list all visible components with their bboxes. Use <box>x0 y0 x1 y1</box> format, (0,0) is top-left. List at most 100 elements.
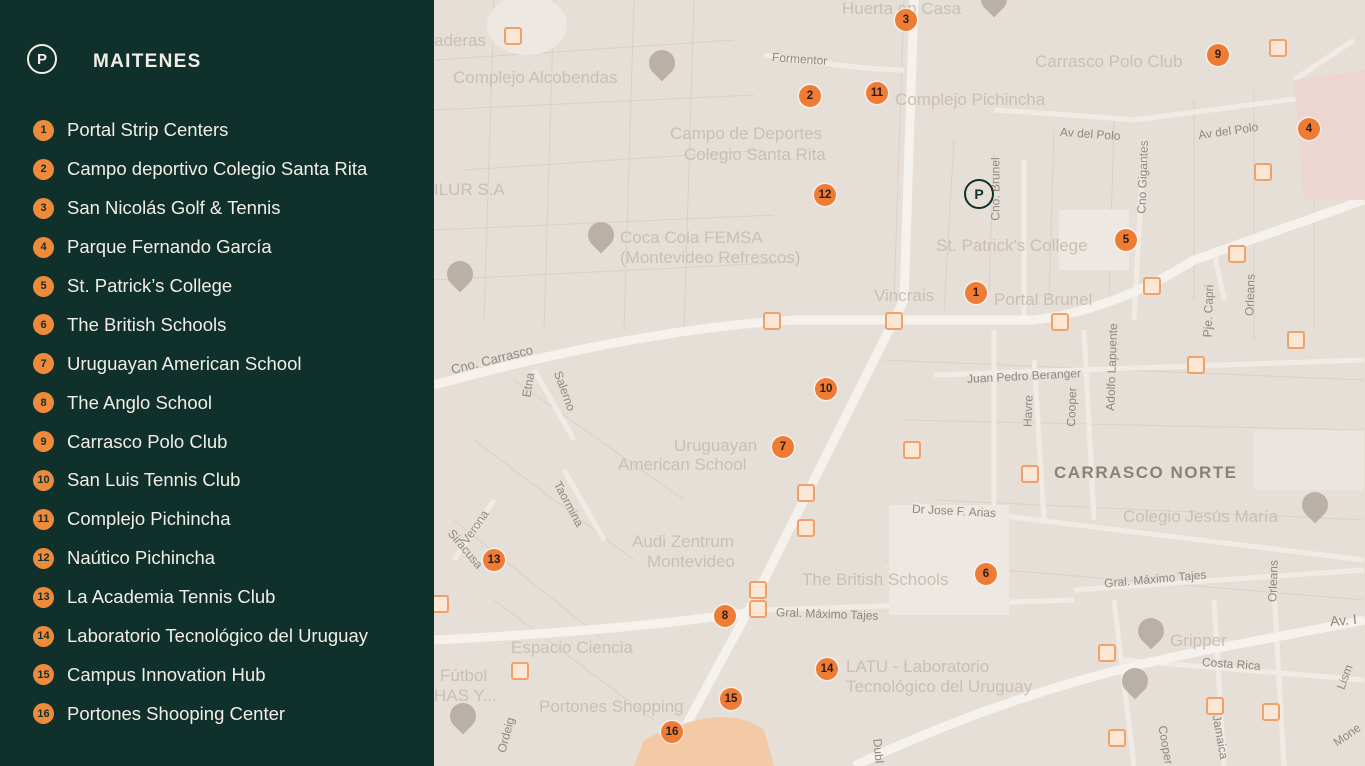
location-number-badge: 3 <box>33 197 54 219</box>
map-marker-4[interactable]: 4 <box>1298 118 1320 140</box>
bus-stop-icon[interactable] <box>1254 163 1272 181</box>
bus-stop-icon[interactable] <box>1108 729 1126 747</box>
map-marker-6[interactable]: 6 <box>975 563 997 585</box>
location-number-badge: 6 <box>33 314 54 336</box>
location-number-badge: 15 <box>33 664 54 686</box>
street-orleans-2: Orleans <box>1265 559 1281 603</box>
bus-stop-icon[interactable] <box>1287 331 1305 349</box>
location-number-badge: 9 <box>33 431 54 453</box>
location-item[interactable]: 13 La Academia Tennis Club <box>33 578 368 617</box>
place-label-campo1: Campo de Deportes <box>670 124 823 143</box>
bus-stop-icon[interactable] <box>434 595 449 613</box>
bus-stop-icon[interactable] <box>763 312 781 330</box>
project-location-icon[interactable]: P <box>964 179 994 209</box>
location-number-badge: 4 <box>33 236 54 258</box>
bus-stop-icon[interactable] <box>1098 644 1116 662</box>
bus-stop-icon[interactable] <box>797 519 815 537</box>
bus-stop-icon[interactable] <box>1187 356 1205 374</box>
map[interactable]: Huerta en Casa aderas Complejo Alcobenda… <box>434 0 1365 766</box>
map-marker-9[interactable]: 9 <box>1207 44 1229 66</box>
map-marker-3[interactable]: 3 <box>895 9 917 31</box>
place-label-portal: Portal Brunel <box>994 290 1093 309</box>
location-item[interactable]: 2 Campo deportivo Colegio Santa Rita <box>33 150 368 189</box>
street-orleans: Orleans <box>1242 273 1258 317</box>
street-capri: Pje. Capri <box>1200 284 1217 338</box>
map-marker-2[interactable]: 2 <box>799 85 821 107</box>
location-number-badge: 16 <box>33 703 54 725</box>
map-marker-16[interactable]: 16 <box>661 721 683 743</box>
bus-stop-icon[interactable] <box>1228 245 1246 263</box>
place-label-stpatrick: St. Patrick's College <box>936 236 1088 255</box>
street-av: Av. I <box>1329 610 1358 630</box>
location-label: Laboratorio Tecnológico del Uruguay <box>67 625 368 647</box>
bus-stop-icon[interactable] <box>1262 703 1280 721</box>
place-label-coca1: Coca Cola FEMSA <box>620 228 763 247</box>
place-label-audi2: Montevideo <box>647 552 735 571</box>
place-label-maderas: aderas <box>434 31 486 50</box>
maitenes-logo-icon: P <box>27 44 57 74</box>
map-marker-7[interactable]: 7 <box>772 436 794 458</box>
location-item[interactable]: 4 Parque Fernando García <box>33 228 368 267</box>
place-label-uas1: Uruguayan <box>674 436 758 455</box>
bus-stop-icon[interactable] <box>1206 697 1224 715</box>
bus-stop-icon[interactable] <box>749 581 767 599</box>
map-marker-5[interactable]: 5 <box>1115 229 1137 251</box>
location-item[interactable]: 15 Campus Innovation Hub <box>33 655 368 694</box>
bus-stop-icon[interactable] <box>797 484 815 502</box>
street-havre: Havre <box>1020 394 1036 428</box>
bus-stop-icon[interactable] <box>1051 313 1069 331</box>
map-marker-1[interactable]: 1 <box>965 282 987 304</box>
place-label-jesus: Colegio Jesús María <box>1123 507 1278 526</box>
location-number-badge: 11 <box>33 508 54 530</box>
place-label-portones: Portones Shopping <box>539 697 684 716</box>
locations-list: 1 Portal Strip Centers 2 Campo deportivo Co… <box>33 111 368 733</box>
place-label-latu1: LATU - Laboratorio <box>846 657 990 676</box>
location-item[interactable]: 9 Carrasco Polo Club <box>33 422 368 461</box>
location-number-badge: 10 <box>33 469 54 491</box>
location-number-badge: 14 <box>33 625 54 647</box>
location-item[interactable]: 3 San Nicolás Golf & Tennis <box>33 189 368 228</box>
place-label-gripper: Gripper <box>1170 631 1227 650</box>
location-item[interactable]: 5 St. Patrick’s College <box>33 267 368 306</box>
bus-stop-icon[interactable] <box>885 312 903 330</box>
location-number-badge: 7 <box>33 353 54 375</box>
bus-stop-icon[interactable] <box>1021 465 1039 483</box>
bus-stop-icon[interactable] <box>511 662 529 680</box>
map-marker-12[interactable]: 12 <box>814 184 836 206</box>
location-label: Naútico Pichincha <box>67 547 216 569</box>
location-item[interactable]: 16 Portones Shooping Center <box>33 694 368 733</box>
location-label: San Nicolás Golf & Tennis <box>67 197 281 219</box>
location-number-badge: 13 <box>33 586 54 608</box>
place-label-ilur: ILUR S.A <box>434 180 505 199</box>
bus-stop-icon[interactable] <box>1143 277 1161 295</box>
location-item[interactable]: 7 Uruguayan American School <box>33 344 368 383</box>
map-marker-13[interactable]: 13 <box>483 549 505 571</box>
location-number-badge: 5 <box>33 275 54 297</box>
map-marker-8[interactable]: 8 <box>714 605 736 627</box>
location-label: Complejo Pichincha <box>67 508 231 530</box>
location-item[interactable]: 14 Laboratorio Tecnológico del Uruguay <box>33 617 368 656</box>
place-label-futbol1: Fútbol <box>440 666 488 685</box>
map-marker-14[interactable]: 14 <box>816 658 838 680</box>
location-number-badge: 8 <box>33 392 54 414</box>
map-marker-10[interactable]: 10 <box>815 378 837 400</box>
location-item[interactable]: 12 Naútico Pichincha <box>33 539 368 578</box>
bus-stop-icon[interactable] <box>749 600 767 618</box>
sidebar: P MAITENES 1 Portal Strip Centers 2 Campo d… <box>0 0 434 766</box>
bus-stop-icon[interactable] <box>903 441 921 459</box>
location-item[interactable]: 6 The British Schools <box>33 305 368 344</box>
location-item[interactable]: 11 Complejo Pichincha <box>33 500 368 539</box>
location-item[interactable]: 8 The Anglo School <box>33 383 368 422</box>
location-item[interactable]: 10 San Luis Tennis Club <box>33 461 368 500</box>
district-label: CARRASCO NORTE <box>1054 463 1238 482</box>
location-label: St. Patrick’s College <box>67 275 233 296</box>
bus-stop-icon[interactable] <box>504 27 522 45</box>
location-item[interactable]: 1 Portal Strip Centers <box>33 111 368 150</box>
street-cooper: Cooper <box>1063 387 1080 427</box>
map-marker-11[interactable]: 11 <box>866 82 888 104</box>
place-label-coca2: (Montevideo Refrescos) <box>620 248 801 267</box>
map-marker-15[interactable]: 15 <box>720 688 742 710</box>
location-number-badge: 1 <box>33 119 54 141</box>
brand-name: MAITENES <box>93 51 202 72</box>
bus-stop-icon[interactable] <box>1269 39 1287 57</box>
